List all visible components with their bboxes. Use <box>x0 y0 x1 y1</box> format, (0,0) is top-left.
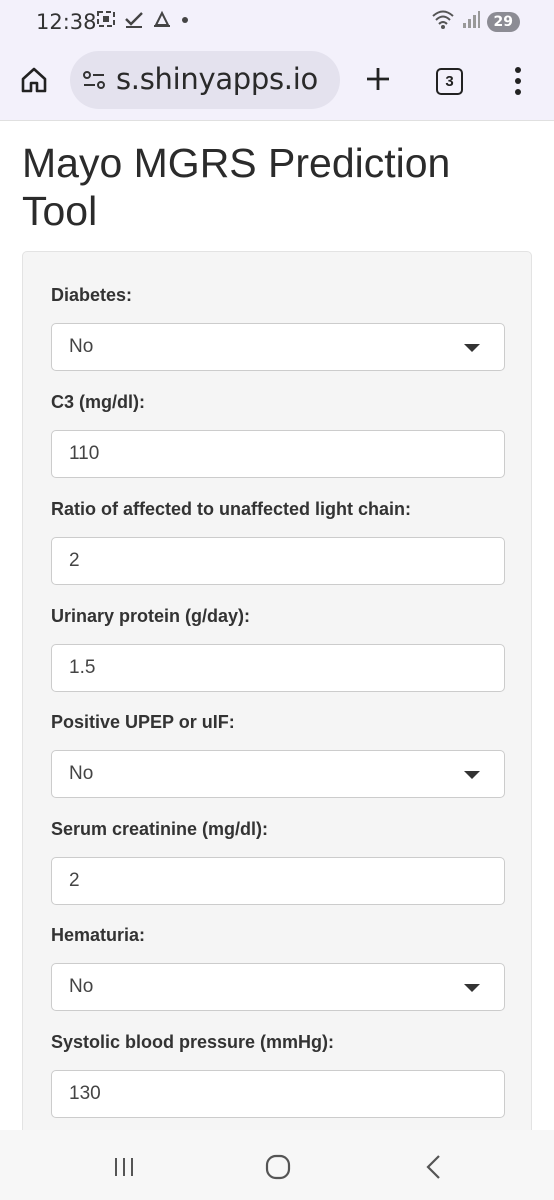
field-label: Hematuria: <box>51 925 146 945</box>
diabetes-select[interactable]: No <box>51 323 505 371</box>
dot-icon <box>180 10 190 33</box>
input-value: 130 <box>69 1083 101 1104</box>
input-value: 110 <box>69 443 100 464</box>
site-settings-icon[interactable] <box>82 69 106 96</box>
input-value: 2 <box>69 550 80 571</box>
url-text[interactable]: s.shinyapps.io <box>116 62 318 96</box>
home-icon[interactable] <box>20 66 48 99</box>
field-label: C3 (mg/dl): <box>51 392 145 412</box>
select-value: No <box>69 336 94 357</box>
field-label: Ratio of affected to unaffected light ch… <box>51 499 412 519</box>
field-label: Diabetes: <box>51 285 133 305</box>
field-systolic-bp: Systolic blood pressure (mmHg): 130 <box>51 1029 505 1118</box>
web-page: Mayo MGRS Prediction Tool Diabetes: No C… <box>0 120 554 1130</box>
serum-creatinine-input[interactable]: 2 <box>51 857 505 905</box>
input-value: 1.5 <box>69 657 96 678</box>
system-nav-bar <box>0 1130 554 1200</box>
select-value: No <box>69 763 94 784</box>
field-c3: C3 (mg/dl): 110 <box>51 389 505 478</box>
input-value: 2 <box>69 870 80 891</box>
field-upep: Positive UPEP or uIF: No <box>51 709 505 798</box>
status-bar: 12:38 29 <box>0 0 554 44</box>
hematuria-select[interactable]: No <box>51 963 505 1011</box>
field-light-chain-ratio: Ratio of affected to unaffected light ch… <box>51 496 505 585</box>
field-label: Systolic blood pressure (mmHg): <box>51 1032 335 1052</box>
overflow-menu-icon[interactable] <box>514 66 522 101</box>
back-icon[interactable] <box>424 1154 442 1185</box>
field-diabetes: Diabetes: No <box>51 282 505 371</box>
page-title: Mayo MGRS Prediction Tool <box>22 140 451 234</box>
field-serum-creatinine: Serum creatinine (mg/dl): 2 <box>51 816 505 905</box>
select-value: No <box>69 976 94 997</box>
browser-toolbar: s.shinyapps.io 3 <box>0 44 554 120</box>
field-label: Positive UPEP or uIF: <box>51 712 235 732</box>
notification-icons <box>96 10 190 33</box>
new-tab-plus-icon[interactable] <box>364 65 392 98</box>
system-icons: 29 <box>431 8 520 35</box>
c3-input[interactable]: 110 <box>51 430 505 478</box>
screenshot-icon <box>96 10 116 33</box>
caret-down-icon <box>464 984 480 992</box>
urinary-protein-input[interactable]: 1.5 <box>51 644 505 692</box>
wifi-icon <box>431 8 455 35</box>
status-time: 12:38 <box>36 10 97 34</box>
field-urinary-protein: Urinary protein (g/day): 1.5 <box>51 603 505 692</box>
field-label: Urinary protein (g/day): <box>51 606 251 626</box>
signal-icon <box>461 8 481 35</box>
caret-down-icon <box>464 344 480 352</box>
light-chain-ratio-input[interactable]: 2 <box>51 537 505 585</box>
address-bar[interactable]: s.shinyapps.io <box>70 51 340 109</box>
field-hematuria: Hematuria: No <box>51 922 505 1011</box>
recent-apps-icon[interactable] <box>113 1156 135 1183</box>
systolic-bp-input[interactable]: 130 <box>51 1070 505 1118</box>
check-icon <box>124 10 144 33</box>
battery-indicator: 29 <box>486 11 520 32</box>
home-circle-icon[interactable] <box>265 1154 291 1185</box>
caret-down-icon <box>464 771 480 779</box>
alarm-icon <box>152 10 172 33</box>
tab-switcher-icon[interactable]: 3 <box>436 68 463 95</box>
input-panel: Diabetes: No C3 (mg/dl): 110 Ratio of af… <box>22 251 532 1130</box>
upep-select[interactable]: No <box>51 750 505 798</box>
field-label: Serum creatinine (mg/dl): <box>51 819 269 839</box>
